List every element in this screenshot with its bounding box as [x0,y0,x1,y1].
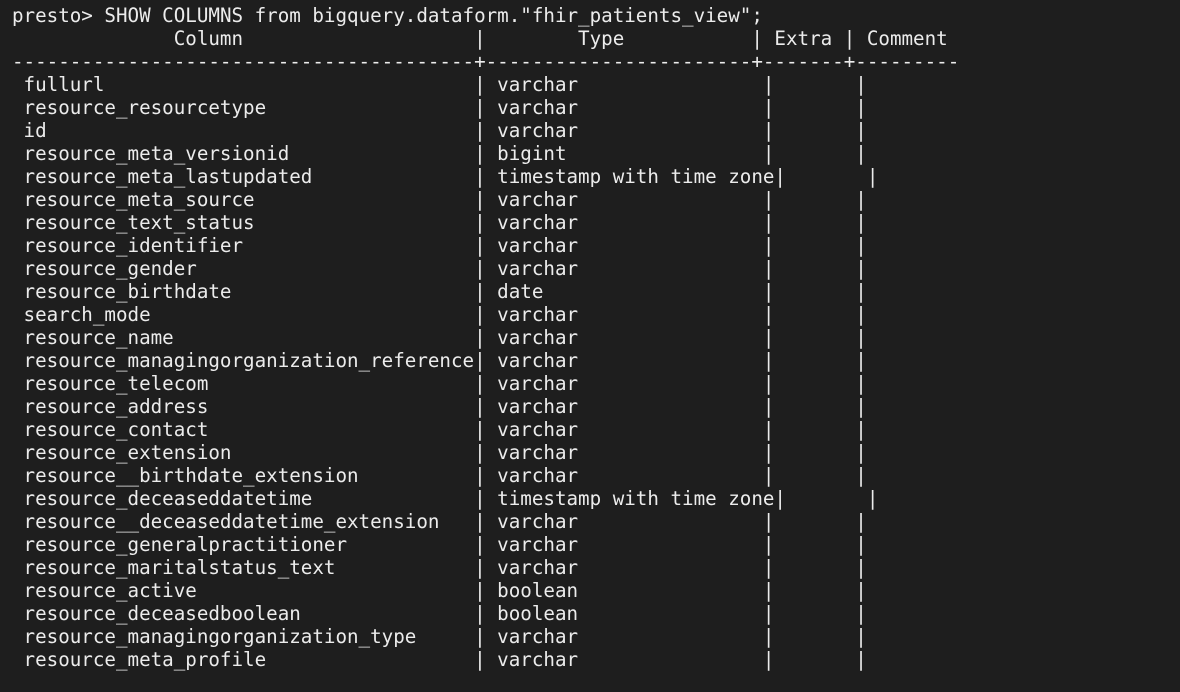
column-name: id [12,119,475,142]
column-name: search_mode [12,303,475,326]
column-name: resource__deceaseddatetime_extension [12,510,475,533]
column-name: resource_telecom [12,372,475,395]
column-name: resource_birthdate [12,280,475,303]
column-name: resource_meta_versionid [12,142,475,165]
table-row: resource_gender | varchar | | [12,257,1180,280]
table-row: search_mode | varchar | | [12,303,1180,326]
column-type: | varchar | | [474,510,867,533]
column-type: | varchar | | [474,441,867,464]
column-name: resource_managingorganization_reference [12,349,475,372]
table-row: resource_telecom | varchar | | [12,372,1180,395]
column-type: | varchar | | [474,119,867,142]
column-type: | varchar | | [474,625,867,648]
table-row: resource_text_status | varchar | | [12,211,1180,234]
column-type: | varchar | | [474,556,867,579]
terminal-window[interactable]: presto> SHOW COLUMNS from bigquery.dataf… [0,0,1180,692]
table-separator: ----------------------------------------… [12,50,960,73]
table-row: resource_address | varchar | | [12,395,1180,418]
column-name: resource_contact [12,418,475,441]
column-type: | varchar | | [474,96,867,119]
column-name: resource_generalpractitioner [12,533,475,556]
table-row: resource_active | boolean | | [12,579,1180,602]
table-row: resource_name | varchar | | [12,326,1180,349]
column-type: | varchar | | [474,188,867,211]
column-type: | varchar | | [474,349,867,372]
column-type: | varchar | | [474,372,867,395]
table-row: resource_identifier | varchar | | [12,234,1180,257]
column-type: | varchar | | [474,211,867,234]
column-name: resource_resourcetype [12,96,475,119]
column-name: resource_active [12,579,475,602]
column-name: resource_deceaseddatetime [12,487,475,510]
column-type: | varchar | | [474,234,867,257]
table-row: resource_meta_source | varchar | | [12,188,1180,211]
table-row: resource_birthdate | date | | [12,280,1180,303]
column-type: | timestamp with time zone| | [474,487,879,510]
column-name: resource_meta_source [12,188,475,211]
table-row: resource__deceaseddatetime_extension | v… [12,510,1180,533]
column-type: | bigint | | [474,142,867,165]
column-type: | varchar | | [474,464,867,487]
column-type: | date | | [474,280,867,303]
column-type: | varchar | | [474,533,867,556]
column-name: resource_address [12,395,475,418]
column-type: | varchar | | [474,326,867,349]
table-row: resource_deceaseddatetime | timestamp wi… [12,487,1180,510]
column-type: | varchar | | [474,303,867,326]
column-name: fullurl [12,73,475,96]
column-name: resource_identifier [12,234,475,257]
column-type: | varchar | | [474,418,867,441]
command-text: SHOW COLUMNS from bigquery.dataform."fhi… [104,4,763,27]
command-line: presto> SHOW COLUMNS from bigquery.dataf… [12,4,1180,27]
prompt: presto> [12,4,105,27]
column-name: resource_deceasedboolean [12,602,475,625]
column-name: resource_meta_profile [12,648,475,671]
column-name: resource_meta_lastupdated [12,165,475,188]
table-row: resource_meta_profile | varchar | | [12,648,1180,671]
table-row: resource__birthdate_extension | varchar … [12,464,1180,487]
column-type: | boolean | | [474,602,867,625]
table-row: resource_meta_lastupdated | timestamp wi… [12,165,1180,188]
column-name: resource_name [12,326,475,349]
table-body: fullurl | varchar | | resource_resourcet… [12,73,1180,671]
table-row: id | varchar | | [12,119,1180,142]
table-row: resource_extension | varchar | | [12,441,1180,464]
column-name: resource_gender [12,257,475,280]
table-row: resource_generalpractitioner | varchar |… [12,533,1180,556]
column-name: resource_text_status [12,211,475,234]
column-type: | boolean | | [474,579,867,602]
table-row: resource_maritalstatus_text | varchar | … [12,556,1180,579]
column-name: resource__birthdate_extension [12,464,475,487]
column-type: | varchar | | [474,648,867,671]
column-type: | timestamp with time zone| | [474,165,879,188]
table-row: resource_deceasedboolean | boolean | | [12,602,1180,625]
table-row: resource_managingorganization_type | var… [12,625,1180,648]
table-row: fullurl | varchar | | [12,73,1180,96]
column-name: resource_maritalstatus_text [12,556,475,579]
table-header: Column | Type | Extra | Comment [12,27,960,50]
table-row: resource_managingorganization_reference|… [12,349,1180,372]
column-type: | varchar | | [474,73,867,96]
column-name: resource_managingorganization_type [12,625,475,648]
table-row: resource_resourcetype | varchar | | [12,96,1180,119]
column-type: | varchar | | [474,395,867,418]
table-row: resource_meta_versionid | bigint | | [12,142,1180,165]
column-type: | varchar | | [474,257,867,280]
table-row: resource_contact | varchar | | [12,418,1180,441]
column-name: resource_extension [12,441,475,464]
